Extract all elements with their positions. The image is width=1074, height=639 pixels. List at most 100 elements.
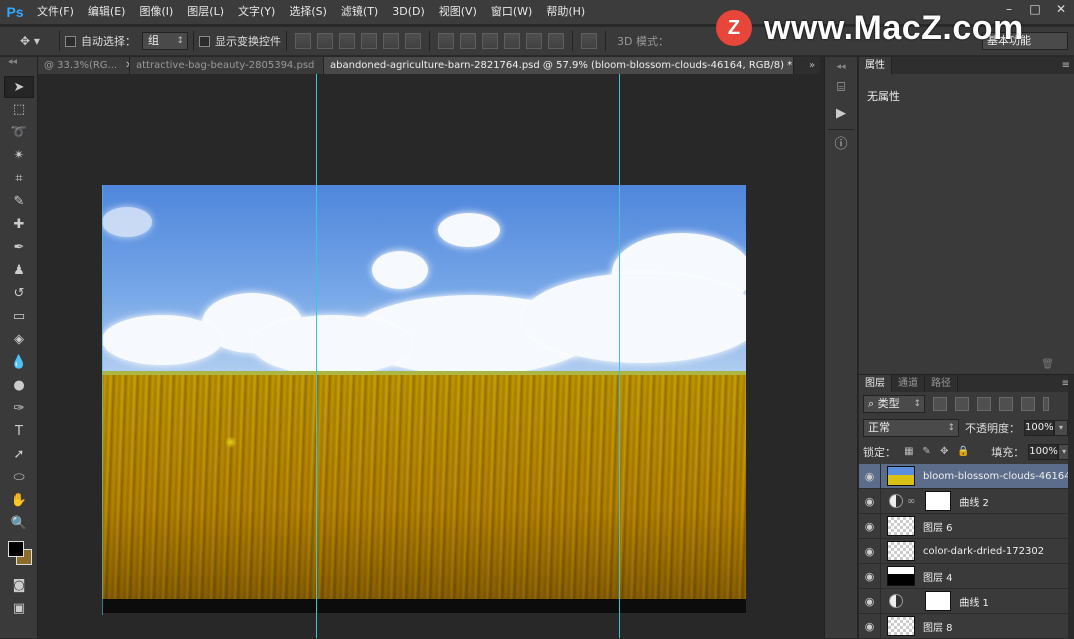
menu-view[interactable]: 视图(V)	[432, 0, 484, 24]
foreground-color-swatch[interactable]	[8, 541, 24, 557]
auto-select-dropdown[interactable]: 组	[142, 32, 188, 50]
clone-stamp-tool-icon[interactable]: ♟	[4, 260, 34, 282]
actions-panel-icon[interactable]: ▶	[829, 103, 853, 125]
tab-paths[interactable]: 路径	[925, 375, 958, 392]
layer-filter-dropdown[interactable]: ⌕ 类型	[863, 395, 925, 413]
menu-type[interactable]: 文字(Y)	[231, 0, 282, 24]
layers-scrollbar[interactable]	[1068, 375, 1074, 638]
history-brush-tool-icon[interactable]: ↺	[4, 283, 34, 305]
menu-filter[interactable]: 滤镜(T)	[334, 0, 385, 24]
align-left-icon[interactable]	[361, 33, 377, 49]
distribute-bottom-icon[interactable]	[482, 33, 498, 49]
screen-mode-icon[interactable]: ▣	[4, 598, 34, 620]
lock-all-icon[interactable]: 🔒	[957, 446, 969, 458]
layer-row[interactable]: ◉ ∞ 曲线 1	[859, 588, 1074, 614]
visibility-eye-icon[interactable]: ◉	[859, 513, 881, 539]
eyedropper-tool-icon[interactable]: ✎	[4, 191, 34, 213]
trash-icon[interactable]: 🗑	[1041, 359, 1054, 370]
shape-tool-icon[interactable]: ⬭	[4, 467, 34, 489]
align-hcenter-icon[interactable]	[383, 33, 399, 49]
align-vcenter-icon[interactable]	[317, 33, 333, 49]
vertical-guide-line[interactable]	[102, 185, 103, 615]
layer-row[interactable]: ◉ 图层 6	[859, 513, 1074, 539]
filter-adjustment-icon[interactable]	[955, 397, 969, 411]
menu-select[interactable]: 选择(S)	[282, 0, 334, 24]
align-bottom-icon[interactable]	[339, 33, 355, 49]
auto-select-checkbox[interactable]	[65, 35, 76, 47]
vertical-guide-line[interactable]	[619, 74, 620, 638]
visibility-eye-icon[interactable]: ◉	[859, 463, 881, 489]
align-right-icon[interactable]	[405, 33, 421, 49]
type-tool-icon[interactable]: T	[4, 421, 34, 443]
distribute-left-icon[interactable]	[504, 33, 520, 49]
menu-edit[interactable]: 编辑(E)	[81, 0, 133, 24]
filter-toggle-icon[interactable]	[1043, 397, 1049, 411]
menu-image[interactable]: 图像(I)	[132, 0, 180, 24]
history-panel-icon[interactable]: ⌸	[829, 77, 853, 99]
hand-tool-icon[interactable]: ✋	[4, 490, 34, 512]
eraser-tool-icon[interactable]: ▭	[4, 306, 34, 328]
paint-bucket-tool-icon[interactable]: ◈	[4, 329, 34, 351]
visibility-eye-icon[interactable]: ◉	[859, 488, 881, 514]
blur-tool-icon[interactable]: 💧	[4, 352, 34, 374]
maximize-button[interactable]: □	[1022, 0, 1048, 18]
pen-tool-icon[interactable]: ✑	[4, 398, 34, 420]
menu-file[interactable]: 文件(F)	[30, 0, 81, 24]
distribute-right-icon[interactable]	[548, 33, 564, 49]
quick-mask-icon[interactable]: ◙	[4, 575, 34, 597]
layer-row[interactable]: ◉ bloom-blossom-clouds-46164	[859, 463, 1074, 489]
healing-brush-tool-icon[interactable]: ✚	[4, 214, 34, 236]
brush-tool-icon[interactable]: ✒	[4, 237, 34, 259]
visibility-eye-icon[interactable]: ◉	[859, 563, 881, 589]
opacity-input[interactable]: 100%	[1024, 420, 1054, 436]
fill-input[interactable]: 100%	[1028, 444, 1059, 460]
blend-mode-dropdown[interactable]: 正常	[863, 419, 959, 437]
tab-channels[interactable]: 通道	[892, 375, 925, 392]
visibility-eye-icon[interactable]: ◉	[859, 538, 881, 564]
auto-align-icon[interactable]	[581, 33, 597, 49]
menu-help[interactable]: 帮助(H)	[539, 0, 592, 24]
canvas-area[interactable]	[38, 74, 820, 638]
visibility-eye-icon[interactable]: ◉	[859, 588, 881, 614]
toolbar-collapse-icon[interactable]: ◂◂	[0, 57, 37, 75]
vertical-guide-line[interactable]	[316, 74, 317, 638]
magic-wand-tool-icon[interactable]: ✴	[4, 145, 34, 167]
opacity-dropdown-arrow[interactable]: ▾	[1054, 420, 1068, 436]
layer-row[interactable]: ◉ 图层 8	[859, 613, 1074, 639]
close-button[interactable]: ✕	[1048, 0, 1074, 18]
document-canvas[interactable]	[102, 185, 746, 613]
panel-menu-icon[interactable]: ≡	[1062, 57, 1070, 74]
lock-image-icon[interactable]: ✎	[922, 446, 932, 458]
tabs-overflow-icon[interactable]: »	[804, 57, 820, 74]
lock-transparent-icon[interactable]: ▦	[904, 446, 914, 458]
tab-document-1[interactable]: @ 33.3%(RG...✕	[38, 57, 130, 74]
menu-layer[interactable]: 图层(L)	[180, 0, 231, 24]
layer-row[interactable]: ◉ color-dark-dried-172302	[859, 538, 1074, 564]
layer-row[interactable]: ◉ 图层 4	[859, 563, 1074, 589]
tab-properties[interactable]: 属性	[859, 57, 892, 74]
lasso-tool-icon[interactable]: ➰	[4, 122, 34, 144]
move-tool-icon[interactable]: ➤	[4, 76, 34, 98]
dock-collapse-icon[interactable]: ◂◂	[829, 61, 853, 73]
zoom-tool-icon[interactable]: 🔍	[4, 513, 34, 535]
filter-pixel-icon[interactable]	[933, 397, 947, 411]
distribute-vcenter-icon[interactable]	[460, 33, 476, 49]
crop-tool-icon[interactable]: ⌗	[4, 168, 34, 190]
marquee-tool-icon[interactable]: ⬚	[4, 99, 34, 121]
menu-window[interactable]: 窗口(W)	[484, 0, 539, 24]
visibility-eye-icon[interactable]: ◉	[859, 613, 881, 639]
menu-3d[interactable]: 3D(D)	[385, 0, 432, 24]
distribute-top-icon[interactable]	[438, 33, 454, 49]
filter-smart-object-icon[interactable]	[1021, 397, 1035, 411]
info-panel-icon[interactable]: ⓘ	[829, 134, 853, 156]
distribute-hcenter-icon[interactable]	[526, 33, 542, 49]
tab-layers[interactable]: 图层	[859, 375, 892, 392]
dodge-tool-icon[interactable]: ●	[4, 375, 34, 397]
move-tool-preset-icon[interactable]: ✥ ▾	[6, 30, 54, 52]
lock-position-icon[interactable]: ✥	[940, 446, 950, 458]
align-top-icon[interactable]	[295, 33, 311, 49]
tab-document-active[interactable]: abandoned-agriculture-barn-2821764.psd @…	[324, 57, 794, 74]
show-transform-checkbox[interactable]	[199, 35, 210, 47]
filter-shape-icon[interactable]	[999, 397, 1013, 411]
filter-type-icon[interactable]	[977, 397, 991, 411]
